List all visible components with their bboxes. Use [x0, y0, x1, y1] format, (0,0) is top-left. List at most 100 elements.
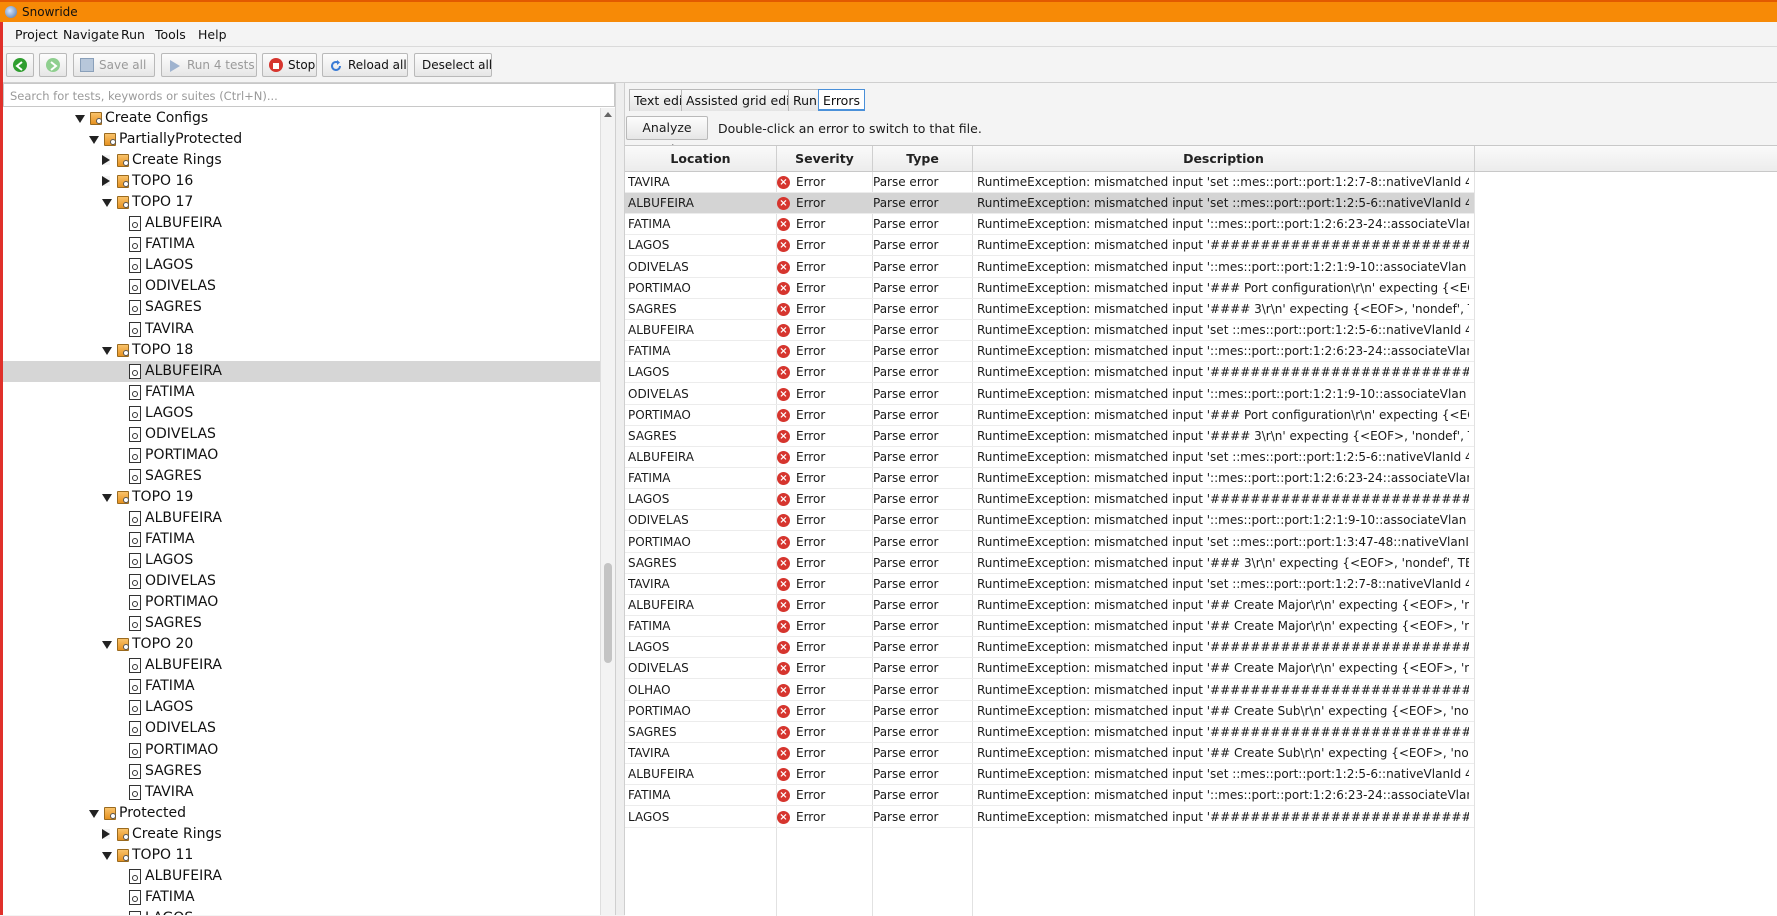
error-row[interactable]: TAVIRA × Error Parse error RuntimeException:… — [625, 743, 1474, 765]
tree-suite-node[interactable]: Create Configs — [3, 108, 600, 129]
tree-suite-node[interactable]: TOPO 18 — [3, 340, 600, 361]
tree-suite-node[interactable]: PartiallyProtected — [3, 129, 600, 150]
menu-project[interactable]: Project — [15, 27, 58, 42]
error-row[interactable]: ODIVELAS × Error Parse error RuntimeExceptio… — [625, 658, 1474, 680]
error-row[interactable]: SAGRES × Error Parse error RuntimeException:… — [625, 299, 1474, 320]
chevron-right-icon[interactable] — [102, 176, 110, 187]
forward-button[interactable] — [39, 53, 67, 77]
error-row[interactable]: FATIMA × Error Parse error RuntimeException:… — [625, 616, 1474, 638]
tab-errors[interactable]: Errors — [818, 89, 865, 111]
error-row[interactable]: PORTIMAO × Error Parse error RuntimeExceptio… — [625, 278, 1474, 299]
tree-test-node[interactable]: TAVIRA — [3, 782, 600, 803]
chevron-down-icon[interactable] — [102, 346, 112, 355]
tree-test-node[interactable]: ALBUFEIRA — [3, 866, 600, 887]
error-row[interactable]: LAGOS × Error Parse error RuntimeException: … — [625, 637, 1474, 659]
error-row[interactable]: PORTIMAO × Error Parse error RuntimeExceptio… — [625, 532, 1474, 553]
scroll-up-icon[interactable] — [604, 112, 612, 117]
tab-run[interactable]: Run — [788, 89, 822, 111]
analyze-code-button[interactable]: Analyze code — [626, 116, 708, 157]
error-row[interactable]: LAGOS × Error Parse error RuntimeException: … — [625, 235, 1474, 257]
menu-help[interactable]: Help — [198, 27, 227, 42]
tree-test-node[interactable]: FATIMA — [3, 676, 600, 697]
tree-test-node[interactable]: ODIVELAS — [3, 571, 600, 592]
error-row[interactable]: PORTIMAO × Error Parse error RuntimeExceptio… — [625, 701, 1474, 722]
tree-test-node[interactable]: FATIMA — [3, 887, 600, 908]
tree-test-node[interactable]: ALBUFEIRA — [3, 508, 600, 529]
error-row[interactable]: SAGRES × Error Parse error RuntimeException:… — [625, 553, 1474, 574]
chevron-right-icon[interactable] — [102, 828, 110, 839]
tree-test-node[interactable]: ODIVELAS — [3, 718, 600, 739]
chevron-down-icon[interactable] — [102, 641, 112, 650]
error-row[interactable]: ALBUFEIRA × Error Parse error RuntimeExcepti… — [625, 320, 1474, 342]
tree-suite-node[interactable]: TOPO 17 — [3, 192, 600, 213]
tree-test-node[interactable]: TAVIRA — [3, 319, 600, 340]
tree-test-node[interactable]: PORTIMAO — [3, 592, 600, 613]
tree-test-node[interactable]: SAGRES — [3, 613, 600, 634]
tree-suite-node[interactable]: Create Rings — [3, 150, 600, 171]
column-header-description[interactable]: Description — [973, 146, 1475, 171]
tree-suite-node[interactable]: TOPO 19 — [3, 487, 600, 508]
chevron-down-icon[interactable] — [75, 115, 85, 123]
tree-test-node[interactable]: FATIMA — [3, 529, 600, 550]
error-row[interactable]: LAGOS × Error Parse error RuntimeException: … — [625, 489, 1474, 511]
column-header-type[interactable]: Type — [873, 146, 973, 171]
error-row[interactable]: ALBUFEIRA × Error Parse error RuntimeExcepti… — [625, 764, 1474, 786]
tree-test-node[interactable]: FATIMA — [3, 234, 600, 255]
error-row[interactable]: SAGRES × Error Parse error RuntimeException:… — [625, 722, 1474, 743]
error-row[interactable]: FATIMA × Error Parse error RuntimeException:… — [625, 214, 1474, 236]
menu-tools[interactable]: Tools — [155, 27, 186, 42]
error-row[interactable]: LAGOS × Error Parse error RuntimeException: … — [625, 807, 1474, 828]
tree-suite-node[interactable]: TOPO 16 — [3, 171, 600, 192]
reload-all-button[interactable]: Reload all — [322, 53, 408, 77]
tree-test-node[interactable]: SAGRES — [3, 466, 600, 487]
error-row[interactable]: ODIVELAS × Error Parse error RuntimeExceptio… — [625, 257, 1474, 278]
error-row[interactable]: OLHAO × Error Parse error RuntimeException: … — [625, 680, 1474, 701]
error-row[interactable]: ALBUFEIRA × Error Parse error RuntimeExcepti… — [625, 595, 1474, 616]
run-tests-button[interactable]: Run 4 tests — [161, 53, 257, 77]
search-input[interactable]: Search for tests, keywords or suites (Ct… — [3, 83, 615, 107]
tree-test-node[interactable]: PORTIMAO — [3, 740, 600, 761]
tree-test-node[interactable]: SAGRES — [3, 297, 600, 318]
tree-test-node[interactable]: SAGRES — [3, 761, 600, 782]
error-row[interactable]: ODIVELAS × Error Parse error RuntimeExceptio… — [625, 510, 1474, 532]
column-header-location[interactable]: Location — [625, 146, 777, 171]
deselect-all-button[interactable]: Deselect all — [414, 53, 492, 77]
error-row[interactable]: FATIMA × Error Parse error RuntimeException:… — [625, 785, 1474, 807]
tree-suite-node[interactable]: Create Rings — [3, 824, 600, 845]
scrollbar-thumb[interactable] — [604, 563, 612, 663]
chevron-down-icon[interactable] — [89, 809, 99, 818]
tree-test-node[interactable]: PORTIMAO — [3, 445, 600, 466]
error-row[interactable]: LAGOS × Error Parse error RuntimeException: … — [625, 362, 1474, 384]
chevron-down-icon[interactable] — [102, 199, 112, 208]
menu-run[interactable]: Run — [121, 27, 145, 42]
tree-suite-node[interactable]: Protected — [3, 803, 600, 824]
tree-scrollbar[interactable] — [600, 108, 615, 915]
tree-suite-node[interactable]: TOPO 20 — [3, 634, 600, 655]
tree-test-node[interactable]: ALBUFEIRA — [3, 360, 600, 382]
error-row[interactable]: TAVIRA × Error Parse error RuntimeException:… — [625, 574, 1474, 595]
error-row[interactable]: FATIMA × Error Parse error RuntimeException:… — [625, 468, 1474, 490]
error-row[interactable]: SAGRES × Error Parse error RuntimeException:… — [625, 426, 1474, 447]
tree-test-node[interactable]: ALBUFEIRA — [3, 213, 600, 234]
tree-test-node[interactable]: LAGOS — [3, 908, 600, 915]
tree-test-node[interactable]: ODIVELAS — [3, 276, 600, 297]
tree-suite-node[interactable]: TOPO 11 — [3, 845, 600, 866]
pane-splitter[interactable] — [616, 83, 625, 915]
error-row[interactable]: ALBUFEIRA × Error Parse error RuntimeExcepti… — [625, 193, 1474, 215]
tree-test-node[interactable]: FATIMA — [3, 382, 600, 403]
stop-button[interactable]: Stop — [262, 53, 317, 77]
save-all-button[interactable]: Save all — [73, 53, 155, 77]
chevron-down-icon[interactable] — [102, 851, 112, 860]
error-row[interactable]: TAVIRA × Error Parse error RuntimeException:… — [625, 172, 1474, 193]
error-row[interactable]: ALBUFEIRA × Error Parse error RuntimeExcepti… — [625, 447, 1474, 468]
tree-test-node[interactable]: ALBUFEIRA — [3, 655, 600, 676]
error-row[interactable]: ODIVELAS × Error Parse error RuntimeExceptio… — [625, 384, 1474, 405]
back-button[interactable] — [6, 53, 34, 77]
menu-navigate[interactable]: Navigate — [63, 27, 119, 42]
tree-test-node[interactable]: LAGOS — [3, 550, 600, 571]
tree-test-node[interactable]: LAGOS — [3, 403, 600, 424]
chevron-right-icon[interactable] — [102, 155, 110, 166]
tree-test-node[interactable]: ODIVELAS — [3, 424, 600, 445]
column-header-severity[interactable]: Severity — [777, 146, 873, 171]
chevron-down-icon[interactable] — [102, 493, 112, 502]
